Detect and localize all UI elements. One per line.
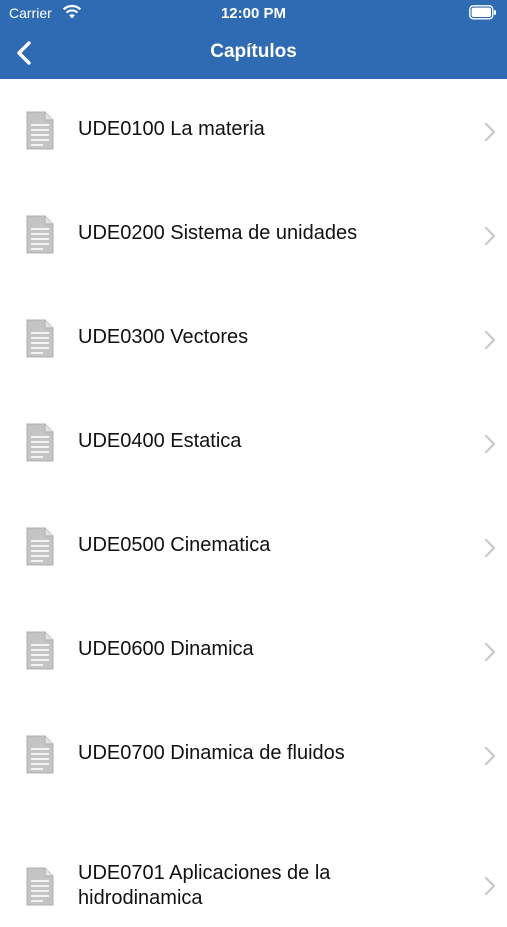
chevron-right-icon bbox=[484, 434, 496, 454]
list-item-label: UDE0600 Dinamica bbox=[78, 638, 254, 660]
list-item-label: UDE0300 Vectores bbox=[78, 326, 249, 348]
list-item[interactable]: UDE0100 La materia bbox=[0, 79, 507, 183]
list-item-label: UDE0400 Estatica bbox=[78, 430, 242, 452]
document-icon bbox=[26, 631, 54, 670]
document-icon bbox=[26, 867, 54, 906]
navigation-bar: Capítulos bbox=[0, 28, 507, 79]
app-header: Carrier 12:00 PM Capítulos bbox=[0, 0, 507, 79]
list-item-label: UDE0701 Aplicaciones de la hidrodinamica bbox=[78, 862, 331, 909]
document-icon bbox=[26, 527, 54, 566]
status-bar: Carrier 12:00 PM bbox=[0, 0, 507, 28]
chapter-list: UDE0100 La materia UDE0200 Sistema de uni… bbox=[0, 79, 507, 927]
chevron-right-icon bbox=[484, 746, 496, 766]
list-item[interactable]: UDE0400 Estatica bbox=[0, 391, 507, 495]
chevron-right-icon bbox=[484, 330, 496, 350]
list-item[interactable]: UDE0300 Vectores bbox=[0, 287, 507, 391]
list-item-label: UDE0100 La materia bbox=[78, 118, 265, 140]
list-item[interactable]: UDE0701 Aplicaciones de la hidrodinamica bbox=[0, 807, 507, 927]
document-icon bbox=[26, 423, 54, 462]
document-icon bbox=[26, 215, 54, 254]
list-item[interactable]: UDE0200 Sistema de unidades bbox=[0, 183, 507, 287]
document-icon bbox=[26, 111, 54, 150]
chevron-right-icon bbox=[484, 876, 496, 896]
list-item-label: UDE0200 Sistema de unidades bbox=[78, 222, 358, 244]
list-item[interactable]: UDE0700 Dinamica de fluidos bbox=[0, 703, 507, 807]
clock: 12:00 PM bbox=[220, 5, 287, 22]
chevron-right-icon bbox=[484, 226, 496, 246]
list-item[interactable]: UDE0500 Cinematica bbox=[0, 495, 507, 599]
document-icon bbox=[26, 735, 54, 774]
chevron-right-icon bbox=[484, 122, 496, 142]
chevron-right-icon bbox=[484, 642, 496, 662]
list-item[interactable]: UDE0600 Dinamica bbox=[0, 599, 507, 703]
chevron-right-icon bbox=[484, 538, 496, 558]
list-item-label: UDE0700 Dinamica de fluidos bbox=[78, 742, 345, 764]
battery-icon bbox=[469, 5, 496, 20]
document-icon bbox=[26, 319, 54, 358]
page-title: Capítulos bbox=[210, 41, 297, 62]
list-item-label: UDE0500 Cinematica bbox=[78, 534, 271, 556]
